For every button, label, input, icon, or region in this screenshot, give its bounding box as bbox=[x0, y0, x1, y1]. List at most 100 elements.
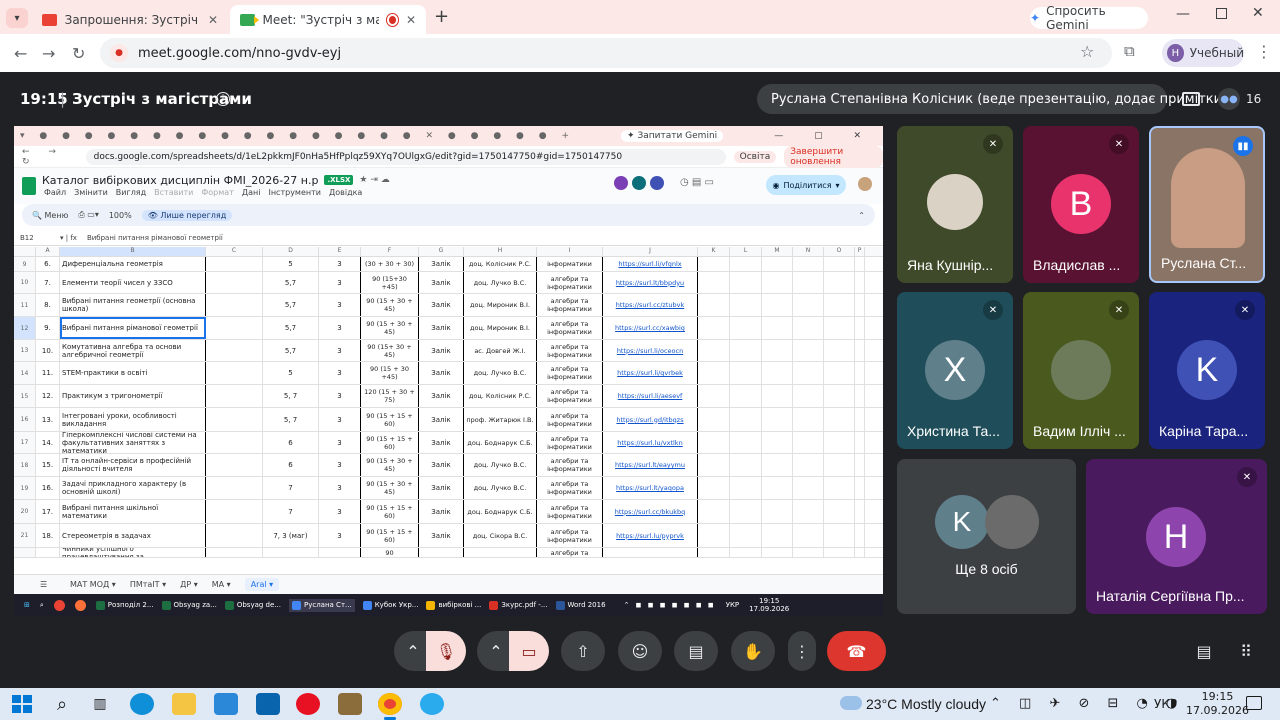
table-cell[interactable] bbox=[319, 548, 361, 557]
table-cell[interactable]: 15. bbox=[36, 454, 60, 476]
telegram-icon[interactable] bbox=[420, 693, 444, 715]
table-cell[interactable] bbox=[824, 385, 855, 407]
table-cell[interactable] bbox=[762, 385, 793, 407]
column-header[interactable]: A bbox=[36, 247, 60, 256]
column-header[interactable]: H bbox=[464, 247, 537, 256]
table-cell[interactable] bbox=[698, 272, 730, 293]
star-icon[interactable]: ★ ⇥ ☁ bbox=[359, 175, 389, 185]
table-cell[interactable] bbox=[762, 340, 793, 361]
row-number[interactable]: 18 bbox=[14, 454, 36, 476]
column-header[interactable]: C bbox=[206, 247, 263, 256]
table-cell[interactable]: 18. bbox=[36, 524, 60, 547]
menu-file[interactable]: Файл bbox=[44, 188, 66, 197]
table-cell[interactable]: Задачі прикладного характеру (в основній… bbox=[60, 477, 206, 499]
captions-button[interactable]: ▤ bbox=[674, 631, 718, 671]
table-cell[interactable]: 3 bbox=[319, 317, 361, 339]
table-cell[interactable]: 3 bbox=[319, 340, 361, 361]
gemini-button[interactable]: ✦ Спросить Gemini bbox=[1030, 4, 1148, 32]
table-cell[interactable]: 3 bbox=[319, 257, 361, 271]
participants-icon[interactable]: ●● bbox=[1218, 88, 1240, 110]
table-cell[interactable] bbox=[730, 362, 762, 384]
column-header[interactable]: D bbox=[263, 247, 319, 256]
table-cell[interactable]: 7, 3 (маг) bbox=[263, 524, 319, 547]
table-cell[interactable] bbox=[793, 257, 824, 271]
table-cell[interactable] bbox=[824, 272, 855, 293]
table-cell[interactable] bbox=[206, 548, 263, 557]
table-cell[interactable] bbox=[206, 294, 263, 316]
table-cell[interactable]: Залік bbox=[419, 272, 464, 293]
table-cell[interactable]: 3 bbox=[319, 362, 361, 384]
table-cell[interactable]: 16. bbox=[36, 477, 60, 499]
table-cell[interactable] bbox=[730, 317, 762, 339]
table-cell[interactable]: Диференціальна геометрія bbox=[60, 257, 206, 271]
participant-tile[interactable]: Х ✕ Христина Та... bbox=[897, 292, 1013, 449]
table-cell[interactable]: алгебри та інформатики bbox=[537, 362, 603, 384]
clock[interactable]: 19:15 17.09.2026 bbox=[1186, 690, 1249, 718]
table-cell[interactable]: алгебри та інформатики bbox=[537, 454, 603, 476]
table-cell[interactable]: Чинники успішного працевлаштування за bbox=[60, 548, 206, 557]
table-cell[interactable]: доц. Лучко В.С. bbox=[464, 477, 537, 499]
table-cell[interactable]: Вибрані питання шкільної математики bbox=[60, 500, 206, 523]
table-cell[interactable] bbox=[698, 548, 730, 557]
table-cell[interactable]: 7 bbox=[263, 477, 319, 499]
table-cell[interactable]: 90 (15 + 15 + 60) bbox=[361, 524, 419, 547]
row-number[interactable]: 14 bbox=[14, 362, 36, 384]
table-cell[interactable]: 90 (15 + 30 +45) bbox=[361, 362, 419, 384]
row-number[interactable]: 9 bbox=[14, 257, 36, 271]
row-number[interactable]: 17 bbox=[14, 432, 36, 453]
link-cell[interactable]: https://surl.lt/yaqopa bbox=[603, 477, 698, 499]
link-cell[interactable]: https://surl.cc/bkukbq bbox=[603, 500, 698, 523]
link-cell[interactable] bbox=[603, 548, 698, 557]
table-cell[interactable]: доц. Лучко В.С. bbox=[464, 272, 537, 293]
table-cell[interactable]: 90 (15 + 15 + 60) bbox=[361, 432, 419, 453]
selected-cell[interactable]: Вибрані питання ріманової геометрії bbox=[60, 317, 206, 339]
site-info-icon[interactable]: ● bbox=[110, 44, 128, 62]
table-cell[interactable] bbox=[698, 362, 730, 384]
table-cell[interactable] bbox=[698, 432, 730, 453]
table-cell[interactable]: алгебри та інформатики bbox=[537, 385, 603, 407]
table-cell[interactable] bbox=[206, 317, 263, 339]
table-cell[interactable]: 17. bbox=[36, 500, 60, 523]
table-cell[interactable] bbox=[793, 340, 824, 361]
table-cell[interactable] bbox=[855, 500, 865, 523]
table-cell[interactable]: ІТ та онлайн-сервіси в професійній діяль… bbox=[60, 454, 206, 476]
table-cell[interactable]: 12. bbox=[36, 385, 60, 407]
maximize-window-icon[interactable] bbox=[1216, 8, 1227, 19]
table-cell[interactable]: Практикум з тригонометрії bbox=[60, 385, 206, 407]
link-cell[interactable]: https://surl.gd/itbqzs bbox=[603, 408, 698, 431]
table-cell[interactable] bbox=[762, 548, 793, 557]
table-cell[interactable] bbox=[855, 432, 865, 453]
table-cell[interactable] bbox=[206, 408, 263, 431]
table-cell[interactable] bbox=[855, 340, 865, 361]
table-cell[interactable]: алгебри та інформатики bbox=[537, 524, 603, 547]
table-cell[interactable]: 3 bbox=[319, 500, 361, 523]
table-cell[interactable] bbox=[206, 362, 263, 384]
column-header[interactable]: B bbox=[60, 247, 206, 256]
link-cell[interactable]: https://surl.li/vfgnlx bbox=[603, 257, 698, 271]
table-cell[interactable] bbox=[730, 294, 762, 316]
browser-menu-icon[interactable]: ⋮ bbox=[1256, 42, 1272, 61]
table-cell[interactable] bbox=[824, 500, 855, 523]
table-cell[interactable] bbox=[824, 317, 855, 339]
more-options-button[interactable]: ⋮ bbox=[788, 631, 816, 671]
table-cell[interactable]: доц. Боднарук С.Б. bbox=[464, 432, 537, 453]
table-cell[interactable] bbox=[824, 477, 855, 499]
link-cell[interactable]: https://surl.lt/bbpdyu bbox=[603, 272, 698, 293]
table-cell[interactable]: Елементи теорії чисел у ЗЗСО bbox=[60, 272, 206, 293]
table-cell[interactable] bbox=[206, 500, 263, 523]
column-header[interactable]: K bbox=[698, 247, 730, 256]
sheet-tab[interactable]: ПМтаІТ ▾ bbox=[130, 580, 166, 589]
link-cell[interactable]: https://surl.li/gvrbek bbox=[603, 362, 698, 384]
table-cell[interactable] bbox=[793, 272, 824, 293]
edge-icon[interactable] bbox=[130, 693, 154, 715]
minimize-window-icon[interactable]: — bbox=[1176, 6, 1190, 22]
table-cell[interactable]: 10. bbox=[36, 340, 60, 361]
table-cell[interactable]: доц. Мироник В.І. bbox=[464, 317, 537, 339]
sheet-tab-active[interactable]: Aral ▾ bbox=[244, 578, 280, 591]
table-cell[interactable]: алгебри та інформатики bbox=[537, 340, 603, 361]
table-cell[interactable]: 5,7 bbox=[263, 294, 319, 316]
table-cell[interactable]: 3 bbox=[319, 524, 361, 547]
table-cell[interactable] bbox=[762, 454, 793, 476]
close-tab-icon[interactable]: ✕ bbox=[406, 13, 416, 27]
table-cell[interactable] bbox=[730, 432, 762, 453]
